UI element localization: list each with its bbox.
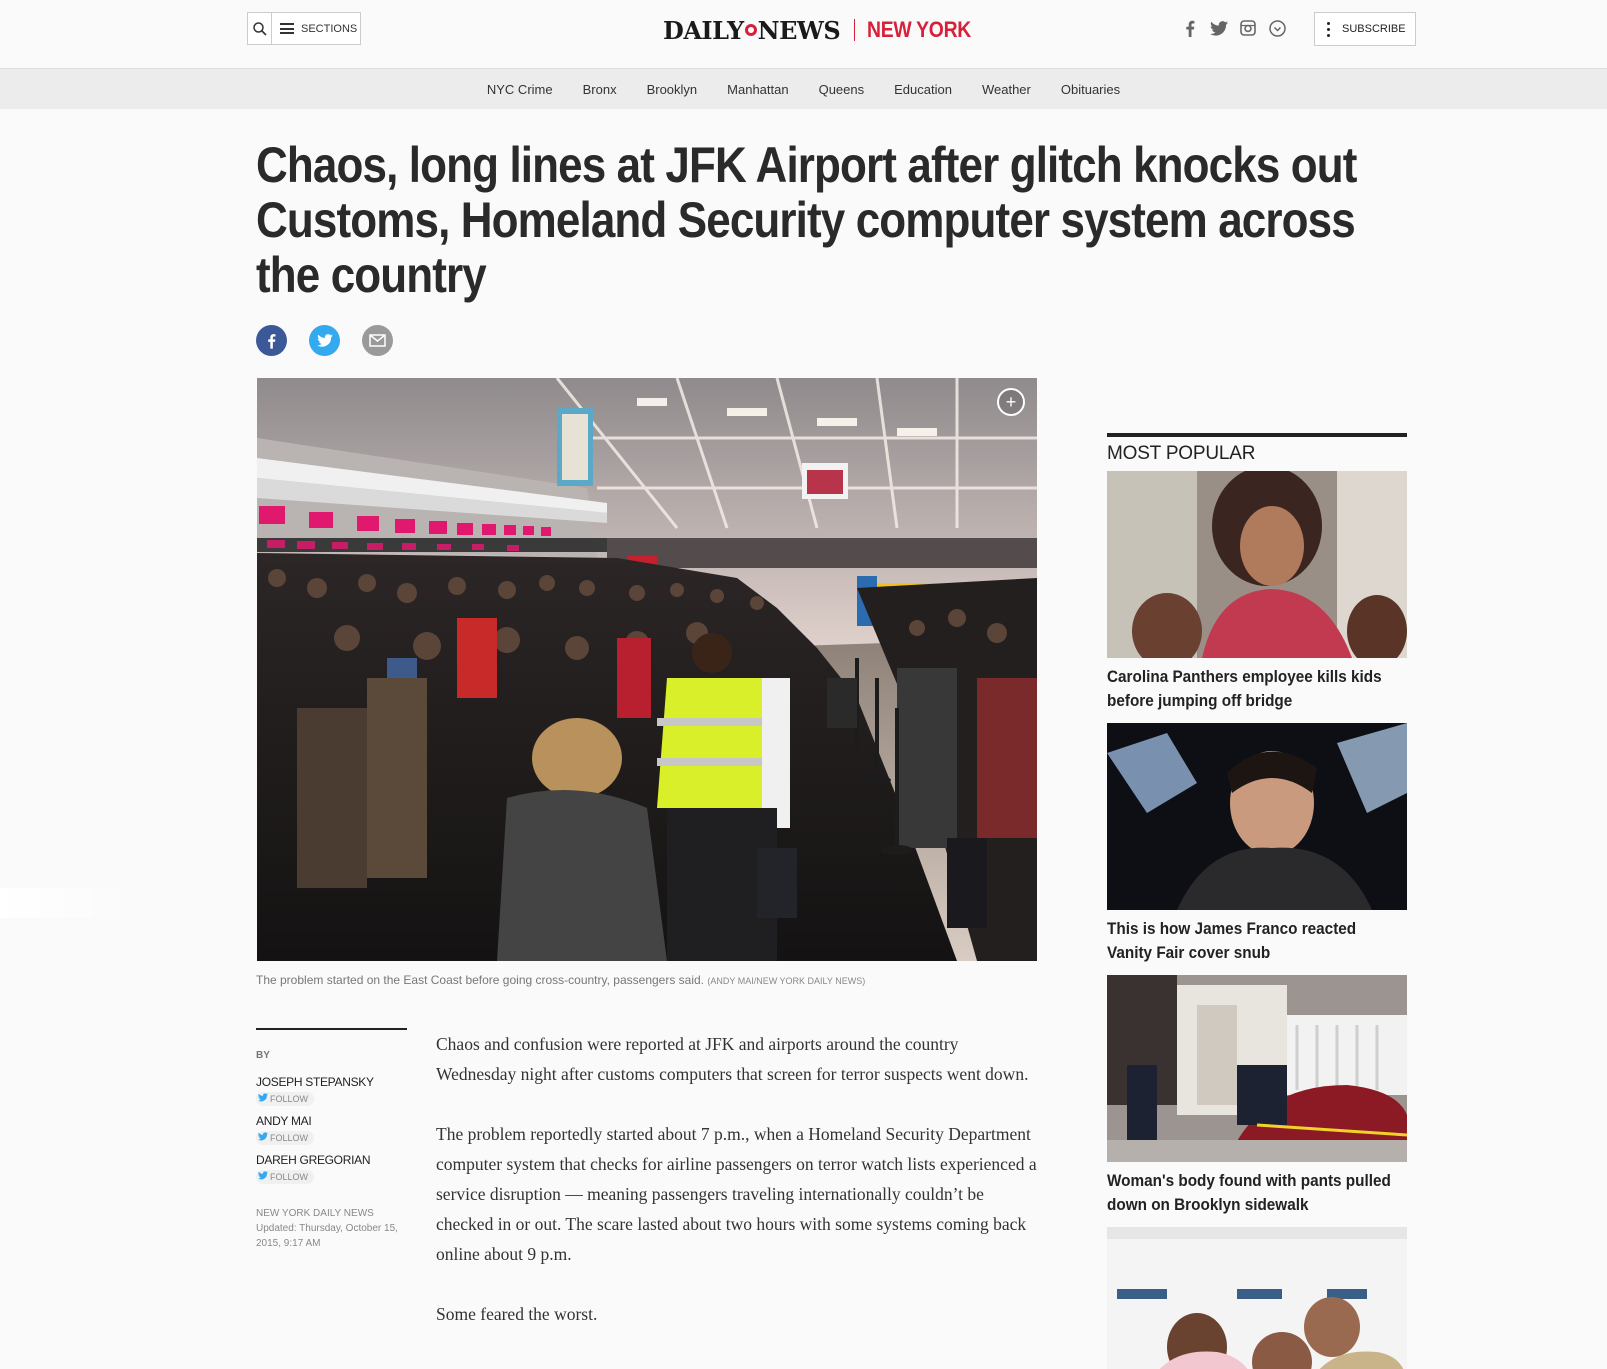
author-name[interactable]: ANDY MAI	[256, 1114, 407, 1128]
nav-item-nyc-crime[interactable]: NYC Crime	[472, 82, 568, 97]
publication-name: NEW YORK DAILY NEWS	[256, 1208, 374, 1219]
logo-apple-icon	[744, 24, 757, 36]
edition-label: NEW YORK	[867, 17, 972, 42]
popular-story-image[interactable]	[1107, 471, 1407, 658]
header-social-links	[1180, 18, 1287, 38]
popular-story-title[interactable]: This is how James Franco reacted Vanity …	[1107, 917, 1404, 965]
most-popular-sidebar: MOST POPULAR Carolina Panthers employee …	[1107, 433, 1407, 1369]
share-email-icon[interactable]	[362, 325, 393, 356]
author-name[interactable]: DAREH GREGORIAN	[256, 1153, 407, 1167]
byline: BY JOSEPH STEPANSKY FOLLOW ANDY MAI FOLL…	[256, 1028, 407, 1251]
daily-news-logo[interactable]: DAILY NEWS NEW YORK	[663, 14, 985, 46]
image-caption: The problem started on the East Coast be…	[256, 973, 865, 987]
logo-daily: DAILY	[663, 15, 744, 45]
popular-story-image[interactable]	[1107, 723, 1407, 910]
share-twitter-icon[interactable]	[309, 325, 340, 356]
subscribe-button[interactable]: SUBSCRIBE	[1314, 12, 1416, 46]
twitter-icon	[258, 1132, 268, 1144]
most-popular-heading: MOST POPULAR	[1107, 433, 1407, 465]
share-facebook-icon[interactable]	[256, 325, 287, 356]
by-label: BY	[256, 1050, 270, 1061]
hamburger-icon	[280, 23, 294, 34]
subscribe-label: SUBSCRIBE	[1342, 23, 1406, 35]
article-paragraph: The problem reportedly started about 7 p…	[436, 1124, 1037, 1264]
popular-story-title[interactable]: Woman's body found with pants pulled dow…	[1107, 1169, 1404, 1217]
search-icon	[252, 21, 267, 36]
nav-item-bronx[interactable]: Bronx	[568, 82, 632, 97]
follow-label: FOLLOW	[270, 1133, 309, 1143]
follow-label: FOLLOW	[270, 1172, 309, 1182]
search-button[interactable]	[247, 12, 271, 45]
nav-item-queens[interactable]: Queens	[804, 82, 880, 97]
follow-label: FOLLOW	[270, 1094, 309, 1104]
more-vertical-icon	[1327, 21, 1330, 37]
instagram-icon[interactable]	[1238, 18, 1258, 38]
nav-item-manhattan[interactable]: Manhattan	[712, 82, 803, 97]
pinterest-icon[interactable]	[1267, 18, 1287, 38]
follow-button[interactable]: FOLLOW	[256, 1131, 315, 1145]
nav-item-weather[interactable]: Weather	[967, 82, 1046, 97]
section-nav: NYC Crime Bronx Brooklyn Manhattan Queen…	[0, 69, 1607, 109]
article-hero-image[interactable]	[257, 378, 1037, 961]
article-body: Chaos and confusion were reported at JFK…	[436, 1029, 1040, 1359]
logo-news: NEWS	[757, 15, 841, 45]
logo-divider	[854, 19, 856, 41]
updated-timestamp: Updated: Thursday, October 15, 2015, 9:1…	[256, 1223, 398, 1249]
publication-meta: NEW YORK DAILY NEWS Updated: Thursday, O…	[256, 1206, 407, 1251]
twitter-icon	[258, 1171, 268, 1183]
popular-story-image[interactable]	[1107, 975, 1407, 1162]
popular-story[interactable]: Carolina Panthers employee kills kids be…	[1107, 471, 1407, 713]
sections-label: SECTIONS	[301, 22, 358, 35]
popular-story-image[interactable]	[1107, 1227, 1407, 1369]
article-headline: Chaos, long lines at JFK Airport after g…	[256, 137, 1357, 303]
photo-credit: (ANDY MAI/NEW YORK DAILY NEWS)	[707, 976, 866, 986]
facebook-icon[interactable]	[1180, 18, 1200, 38]
twitter-icon	[258, 1093, 268, 1105]
article-paragraph: Chaos and confusion were reported at JFK…	[436, 1034, 1029, 1084]
site-header: SECTIONS DAILY NEWS NEW YORK SUBSCRIBE	[0, 0, 1607, 69]
popular-story-title[interactable]: Carolina Panthers employee kills kids be…	[1107, 665, 1404, 713]
author-name[interactable]: JOSEPH STEPANSKY	[256, 1075, 407, 1089]
sections-menu-button[interactable]: SECTIONS	[271, 12, 361, 45]
caption-text: The problem started on the East Coast be…	[256, 973, 705, 987]
popular-story[interactable]: Woman's body found with pants pulled dow…	[1107, 975, 1407, 1217]
nav-item-brooklyn[interactable]: Brooklyn	[632, 82, 713, 97]
article-paragraph: Some feared the worst.	[436, 1304, 598, 1324]
twitter-icon[interactable]	[1209, 18, 1229, 38]
share-buttons	[256, 325, 393, 356]
nav-item-obituaries[interactable]: Obituaries	[1046, 82, 1135, 97]
edge-gradient	[0, 888, 130, 918]
follow-button[interactable]: FOLLOW	[256, 1170, 315, 1184]
follow-button[interactable]: FOLLOW	[256, 1092, 315, 1106]
nav-item-education[interactable]: Education	[879, 82, 967, 97]
expand-image-icon[interactable]: +	[997, 388, 1025, 416]
popular-story[interactable]	[1107, 1227, 1407, 1369]
popular-story[interactable]: This is how James Franco reacted Vanity …	[1107, 723, 1407, 965]
